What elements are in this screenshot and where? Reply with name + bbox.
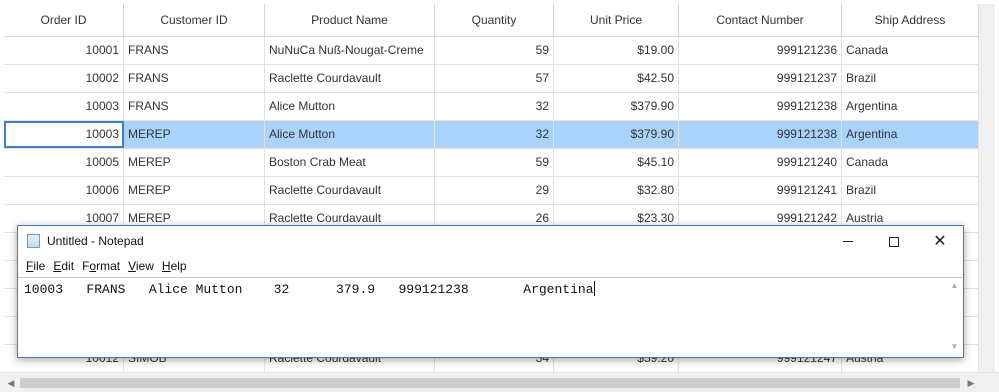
cell-order-id[interactable]: 10001 (4, 37, 124, 64)
cell-quantity[interactable]: 59 (435, 149, 554, 176)
column-header-unit-price[interactable]: Unit Price (554, 4, 679, 37)
menu-file[interactable]: File (24, 256, 51, 276)
cell-product-name[interactable]: Boston Crab Meat (265, 149, 435, 176)
grid-header-row: Order ID Customer ID Product Name Quantity U… (4, 4, 979, 37)
menu-edit[interactable]: Edit (51, 256, 80, 276)
cell-contact-number[interactable]: 999121240 (679, 149, 842, 176)
notepad-title: Untitled - Notepad (47, 234, 144, 248)
cell-product-name[interactable]: NuNuCa Nuß-Nougat-Creme (265, 37, 435, 64)
cell-ship-address[interactable]: Canada (842, 149, 979, 176)
cell-customer-id[interactable]: FRANS (124, 65, 265, 92)
cell-customer-id[interactable]: FRANS (124, 37, 265, 64)
scroll-left-arrow-icon[interactable]: ◀ (2, 373, 20, 392)
table-row[interactable]: 10006 MEREP Raclette Courdavault 29 $32.80 99… (4, 177, 979, 205)
cell-quantity[interactable]: 29 (435, 177, 554, 204)
cell-ship-address[interactable]: Brazil (842, 65, 979, 92)
close-icon: ✕ (933, 231, 947, 250)
maximize-icon (889, 236, 899, 247)
cell-order-id[interactable]: 10006 (4, 177, 124, 204)
notepad-text-content: 10003 FRANS Alice Mutton 32 379.9 999121… (24, 282, 594, 297)
cell-order-id[interactable]: 10003 (4, 121, 124, 148)
table-row[interactable]: 10003 MEREP Alice Mutton 32 $379.90 999121238… (4, 121, 979, 149)
minimize-button[interactable] (825, 226, 871, 256)
cell-contact-number[interactable]: 999121238 (679, 121, 842, 148)
notepad-window[interactable]: Untitled - Notepad ✕ File Edit Format View H… (17, 225, 964, 358)
scroll-down-arrow-icon[interactable]: ▼ (946, 342, 963, 351)
cell-ship-address[interactable]: Canada (842, 37, 979, 64)
vertical-scrollbar-track[interactable] (979, 4, 995, 372)
horizontal-scrollbar-thumb[interactable] (20, 378, 960, 388)
column-header-ship-address[interactable]: Ship Address (842, 4, 979, 37)
cell-customer-id[interactable]: MEREP (124, 121, 265, 148)
table-row[interactable]: 10002 FRANS Raclette Courdavault 57 $42.50 99… (4, 65, 979, 93)
table-row[interactable]: 10003 FRANS Alice Mutton 32 $379.90 999121238… (4, 93, 979, 121)
cell-product-name[interactable]: Raclette Courdavault (265, 177, 435, 204)
menu-view[interactable]: View (126, 256, 160, 276)
notepad-title-bar[interactable]: Untitled - Notepad ✕ (18, 226, 963, 256)
cell-contact-number[interactable]: 999121237 (679, 65, 842, 92)
cell-unit-price[interactable]: $379.90 (554, 121, 679, 148)
cell-order-id[interactable]: 10003 (4, 93, 124, 120)
cell-unit-price[interactable]: $42.50 (554, 65, 679, 92)
cell-customer-id[interactable]: MEREP (124, 177, 265, 204)
scroll-right-arrow-icon[interactable]: ▶ (962, 373, 980, 392)
cell-ship-address[interactable]: Argentina (842, 93, 979, 120)
column-header-quantity[interactable]: Quantity (435, 4, 554, 37)
cell-contact-number[interactable]: 999121241 (679, 177, 842, 204)
cell-order-id[interactable]: 10005 (4, 149, 124, 176)
column-header-product-name[interactable]: Product Name (265, 4, 435, 37)
scroll-up-arrow-icon[interactable]: ▲ (946, 281, 963, 290)
notepad-app-icon (27, 234, 40, 248)
cell-customer-id[interactable]: MEREP (124, 149, 265, 176)
cell-unit-price[interactable]: $45.10 (554, 149, 679, 176)
cell-quantity[interactable]: 57 (435, 65, 554, 92)
cell-ship-address[interactable]: Argentina (842, 121, 979, 148)
menu-format[interactable]: Format (80, 256, 126, 276)
cell-unit-price[interactable]: $379.90 (554, 93, 679, 120)
cell-product-name[interactable]: Alice Mutton (265, 93, 435, 120)
horizontal-scrollbar[interactable]: ◀ ▶ (0, 372, 999, 392)
cell-customer-id[interactable]: FRANS (124, 93, 265, 120)
notepad-text-area[interactable]: 10003 FRANS Alice Mutton 32 379.9 999121… (18, 277, 963, 357)
cell-unit-price[interactable]: $32.80 (554, 177, 679, 204)
cell-contact-number[interactable]: 999121238 (679, 93, 842, 120)
minimize-icon (843, 241, 853, 243)
maximize-button[interactable] (871, 226, 917, 256)
text-caret (593, 281, 595, 296)
cell-product-name[interactable]: Raclette Courdavault (265, 65, 435, 92)
table-row[interactable]: 10001 FRANS NuNuCa Nuß-Nougat-Creme 59 $19.0… (4, 37, 979, 65)
cell-product-name[interactable]: Alice Mutton (265, 121, 435, 148)
column-header-customer-id[interactable]: Customer ID (124, 4, 265, 37)
cell-quantity[interactable]: 59 (435, 37, 554, 64)
cell-quantity[interactable]: 32 (435, 93, 554, 120)
menu-help[interactable]: Help (160, 256, 193, 276)
cell-quantity[interactable]: 32 (435, 121, 554, 148)
column-header-contact-number[interactable]: Contact Number (679, 4, 842, 37)
close-button[interactable]: ✕ (917, 226, 963, 256)
cell-contact-number[interactable]: 999121236 (679, 37, 842, 64)
notepad-menu-bar: File Edit Format View Help (18, 256, 963, 276)
column-header-order-id[interactable]: Order ID (4, 4, 124, 37)
cell-order-id[interactable]: 10002 (4, 65, 124, 92)
table-row[interactable]: 10005 MEREP Boston Crab Meat 59 $45.10 999121… (4, 149, 979, 177)
cell-unit-price[interactable]: $19.00 (554, 37, 679, 64)
notepad-vertical-scrollbar[interactable]: ▲ ▼ (946, 278, 963, 356)
cell-ship-address[interactable]: Brazil (842, 177, 979, 204)
